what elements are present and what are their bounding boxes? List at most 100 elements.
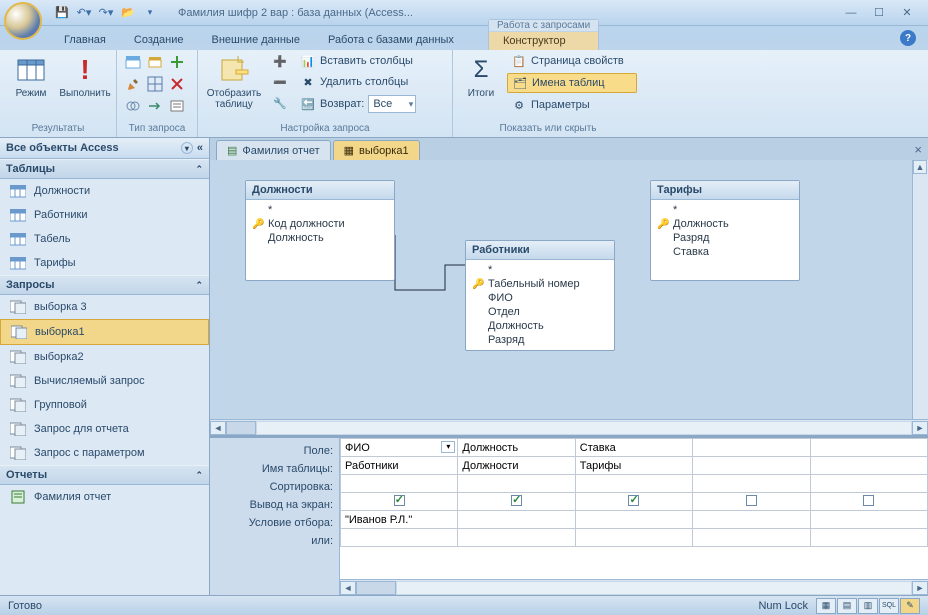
field-item[interactable]: Разряд — [472, 333, 608, 347]
nav-item-table[interactable]: Работники — [0, 203, 209, 227]
nav-section-tables[interactable]: Таблицы⌃ — [0, 159, 209, 179]
view-sql-button[interactable]: SQL — [879, 598, 899, 614]
delete-cols-button[interactable]: ✖Удалить столбцы — [296, 73, 446, 91]
nav-item-query[interactable]: Запрос с параметром — [0, 441, 209, 465]
canvas-hscroll[interactable]: ◄ ► — [210, 419, 928, 435]
table-names-button[interactable]: 🗂Имена таблиц — [507, 73, 637, 93]
nav-item-report[interactable]: Фамилия отчет — [0, 485, 209, 509]
datadef-query-icon[interactable] — [169, 98, 185, 114]
builder-button[interactable]: 🔧 — [268, 94, 292, 112]
grid-cell[interactable]: Должность — [458, 439, 575, 457]
grid-cell[interactable]: Работники — [341, 457, 458, 475]
nav-item-table[interactable]: Должности — [0, 179, 209, 203]
doc-close-button[interactable]: × — [914, 142, 922, 157]
redo-icon[interactable]: ↷▾ — [98, 5, 114, 21]
view-chart-button[interactable]: ▥ — [858, 598, 878, 614]
grid-cell[interactable] — [458, 475, 575, 493]
show-table-button[interactable]: Отобразить таблицу — [204, 52, 264, 112]
tab-home[interactable]: Главная — [50, 30, 120, 50]
field-item[interactable]: Должность — [252, 231, 388, 245]
dropdown-icon[interactable]: ▾ — [441, 441, 455, 453]
table-box-dolzhnosti[interactable]: Должности * 🔑Код должности Должность — [245, 180, 395, 281]
open-icon[interactable]: 📂 — [120, 5, 136, 21]
append-query-icon[interactable] — [169, 54, 185, 70]
grid-cell[interactable] — [810, 529, 927, 547]
table-box-rabotniki[interactable]: Работники * 🔑Табельный номер ФИО Отдел Д… — [465, 240, 615, 351]
grid-cell[interactable] — [693, 439, 810, 457]
grid-cell[interactable] — [575, 511, 692, 529]
nav-item-query[interactable]: выборка1 — [0, 319, 209, 345]
field-star[interactable]: * — [252, 203, 388, 217]
qat-dropdown-icon[interactable]: ▾ — [142, 5, 158, 21]
grid-cell[interactable] — [810, 457, 927, 475]
nav-item-query[interactable]: Групповой — [0, 393, 209, 417]
maketable-query-icon[interactable] — [147, 54, 163, 70]
grid-cell[interactable] — [458, 511, 575, 529]
field-key[interactable]: 🔑Табельный номер — [472, 277, 608, 291]
select-query-icon[interactable] — [125, 54, 141, 70]
view-pivot-button[interactable]: ▤ — [837, 598, 857, 614]
minimize-button[interactable]: — — [842, 6, 860, 20]
grid-cell[interactable] — [341, 529, 458, 547]
grid-cell[interactable] — [341, 475, 458, 493]
nav-section-reports[interactable]: Отчеты⌃ — [0, 465, 209, 485]
insert-cols-button[interactable]: 📊Вставить столбцы — [296, 52, 446, 70]
scroll-right-icon[interactable]: ► — [912, 581, 928, 595]
grid-cell[interactable]: ФИО▾ — [341, 439, 458, 457]
view-button[interactable]: Режим — [6, 52, 56, 101]
grid-cell[interactable] — [693, 529, 810, 547]
view-design-button[interactable]: ✎ — [900, 598, 920, 614]
field-item[interactable]: Разряд — [657, 231, 793, 245]
scroll-thumb[interactable] — [226, 421, 256, 435]
help-icon[interactable]: ? — [900, 30, 916, 46]
nav-header[interactable]: Все объекты Access ▾« — [0, 138, 209, 159]
show-checkbox[interactable] — [746, 495, 757, 506]
tab-external[interactable]: Внешние данные — [198, 30, 314, 50]
field-key[interactable]: 🔑Должность — [657, 217, 793, 231]
show-checkbox[interactable] — [628, 495, 639, 506]
save-icon[interactable]: 💾 — [54, 5, 70, 21]
scroll-thumb[interactable] — [356, 581, 396, 595]
nav-dropdown-icon[interactable]: ▾ — [181, 142, 193, 154]
maximize-button[interactable]: ☐ — [870, 6, 888, 20]
nav-section-queries[interactable]: Запросы⌃ — [0, 275, 209, 295]
field-star[interactable]: * — [472, 263, 608, 277]
field-item[interactable]: Должность — [472, 319, 608, 333]
grid-cell[interactable] — [810, 475, 927, 493]
grid-cell[interactable] — [575, 475, 692, 493]
table-box-tarify[interactable]: Тарифы * 🔑Должность Разряд Ставка — [650, 180, 800, 281]
show-checkbox[interactable] — [511, 495, 522, 506]
field-key[interactable]: 🔑Код должности — [252, 217, 388, 231]
field-item[interactable]: ФИО — [472, 291, 608, 305]
grid-cell[interactable]: Должности — [458, 457, 575, 475]
field-item[interactable]: Отдел — [472, 305, 608, 319]
tab-design[interactable]: Конструктор — [489, 32, 598, 50]
grid-cell[interactable] — [575, 529, 692, 547]
tab-dbtools[interactable]: Работа с базами данных — [314, 30, 468, 50]
grid-cell[interactable] — [810, 439, 927, 457]
field-item[interactable]: Ставка — [657, 245, 793, 259]
field-star[interactable]: * — [657, 203, 793, 217]
show-checkbox[interactable] — [863, 495, 874, 506]
grid-cell[interactable] — [693, 511, 810, 529]
update-query-icon[interactable] — [125, 76, 141, 92]
office-button[interactable] — [4, 2, 42, 40]
nav-collapse-icon[interactable]: « — [197, 142, 203, 154]
nav-item-query[interactable]: выборка2 — [0, 345, 209, 369]
grid-columns[interactable]: ФИО▾ДолжностьСтавкаРаботникиДолжностиТар… — [340, 438, 928, 595]
grid-cell[interactable] — [693, 457, 810, 475]
parameters-button[interactable]: ⚙Параметры — [507, 96, 637, 114]
query-designer[interactable]: Должности * 🔑Код должности Должность Раб… — [210, 160, 928, 435]
nav-item-query[interactable]: Вычисляемый запрос — [0, 369, 209, 393]
doc-tab-report[interactable]: ▤ Фамилия отчет — [216, 140, 331, 160]
scroll-up-icon[interactable]: ▲ — [913, 160, 927, 174]
passthrough-query-icon[interactable] — [147, 98, 163, 114]
delete-query-icon[interactable] — [169, 76, 185, 92]
insert-rows-button[interactable]: ➕ — [268, 52, 292, 70]
show-checkbox[interactable] — [394, 495, 405, 506]
grid-cell[interactable]: Ставка — [575, 439, 692, 457]
grid-cell[interactable]: "Иванов Р.Л." — [341, 511, 458, 529]
property-sheet-button[interactable]: 📋Страница свойств — [507, 52, 637, 70]
doc-tab-query[interactable]: ▦ выборка1 — [333, 140, 420, 160]
scroll-left-icon[interactable]: ◄ — [340, 581, 356, 595]
